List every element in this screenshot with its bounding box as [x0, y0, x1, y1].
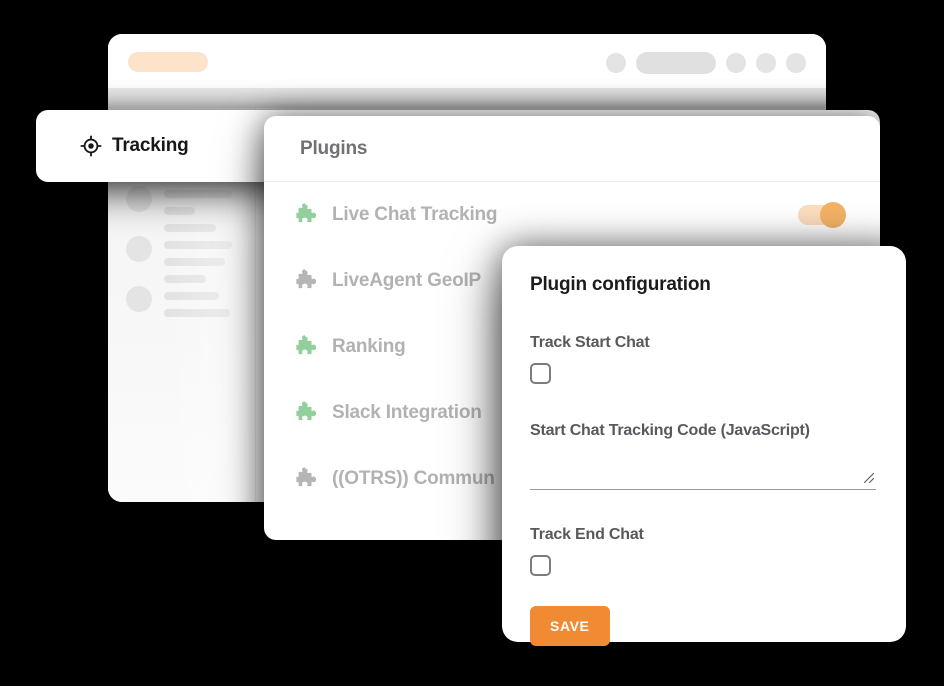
- skeleton-line: [164, 258, 225, 266]
- plugin-name: Ranking: [332, 336, 406, 357]
- puzzle-icon: [294, 400, 320, 426]
- skeleton-line: [164, 292, 219, 300]
- save-button[interactable]: SAVE: [530, 606, 610, 646]
- skeleton-line: [164, 207, 195, 215]
- skeleton-avatar: [126, 286, 152, 312]
- skeleton-line: [164, 275, 206, 283]
- track-end-chat-checkbox[interactable]: [530, 555, 551, 576]
- toolbar-icon-group: [606, 52, 806, 74]
- skeleton-avatar: [126, 236, 152, 262]
- plugin-name: Slack Integration: [332, 402, 482, 423]
- page-title: Tracking: [80, 135, 189, 157]
- plugin-enable-toggle[interactable]: [798, 202, 846, 228]
- skeleton-line: [164, 224, 216, 232]
- plugin-name: ((OTRS)) Commun: [332, 468, 495, 489]
- toolbar-circle-icon[interactable]: [756, 53, 776, 73]
- skeleton-avatar: [126, 186, 152, 212]
- plugin-name: Live Chat Tracking: [332, 204, 498, 225]
- toolbar-circle-icon[interactable]: [726, 53, 746, 73]
- puzzle-icon: [294, 466, 320, 492]
- skeleton-line: [164, 190, 232, 198]
- screenshot-stage: Tracking Plugins Plugins Live Chat Track…: [0, 0, 944, 686]
- puzzle-icon: [294, 202, 320, 228]
- tracking-code-input[interactable]: [530, 452, 876, 490]
- browser-tab-strip: [108, 88, 826, 108]
- crosshair-target-icon: [80, 135, 102, 157]
- track-start-chat-label: Track Start Chat: [530, 334, 650, 351]
- plugin-name: LiveAgent GeoIP: [332, 270, 482, 291]
- tracking-code-field-wrapper: [530, 452, 876, 490]
- browser-toolbar: [108, 34, 826, 88]
- track-end-chat-label: Track End Chat: [530, 526, 644, 543]
- toolbar-bar-placeholder[interactable]: [636, 52, 716, 74]
- plugins-heading: Plugins: [264, 116, 880, 182]
- config-panel-title: Plugin configuration: [530, 274, 711, 295]
- skeleton-line: [164, 241, 232, 249]
- toolbar-circle-icon[interactable]: [786, 53, 806, 73]
- track-start-chat-checkbox[interactable]: [530, 363, 551, 384]
- tracking-title-label: Tracking: [112, 135, 189, 156]
- puzzle-icon: [294, 268, 320, 294]
- toggle-knob: [820, 202, 846, 228]
- puzzle-icon: [294, 334, 320, 360]
- toolbar-circle-icon[interactable]: [606, 53, 626, 73]
- skeleton-line: [164, 309, 230, 317]
- plugin-configuration-panel: Plugin configuration Track Start Chat St…: [502, 246, 906, 646]
- address-bar-placeholder[interactable]: [128, 52, 208, 72]
- list-item[interactable]: Live Chat Tracking: [264, 182, 880, 248]
- tracking-code-label: Start Chat Tracking Code (JavaScript): [530, 422, 810, 439]
